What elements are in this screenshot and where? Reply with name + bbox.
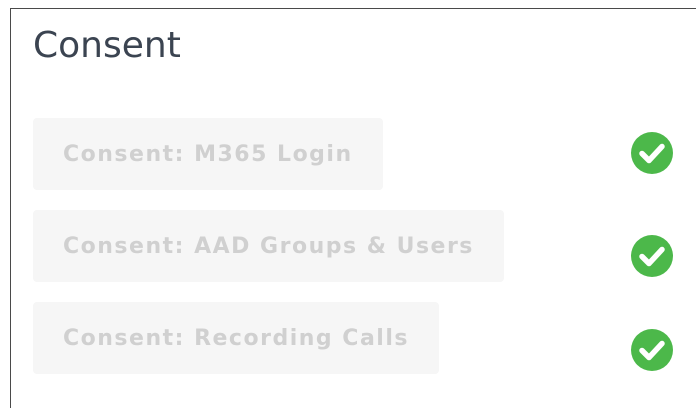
check-circle-icon bbox=[631, 235, 673, 277]
check-circle-icon bbox=[631, 329, 673, 371]
section-title: Consent bbox=[33, 25, 181, 66]
consent-panel: Consent Consent: M365 Login Consent: AAD… bbox=[10, 8, 696, 408]
consent-m365-login-button[interactable]: Consent: M365 Login bbox=[33, 118, 383, 190]
consent-recording-calls-button[interactable]: Consent: Recording Calls bbox=[33, 302, 439, 374]
check-circle-icon bbox=[631, 132, 673, 174]
consent-row-m365-login: Consent: M365 Login bbox=[11, 118, 696, 192]
consent-row-aad-groups-users: Consent: AAD Groups & Users bbox=[11, 210, 696, 284]
consent-aad-groups-users-button[interactable]: Consent: AAD Groups & Users bbox=[33, 210, 504, 282]
consent-row-recording-calls: Consent: Recording Calls bbox=[11, 302, 696, 376]
